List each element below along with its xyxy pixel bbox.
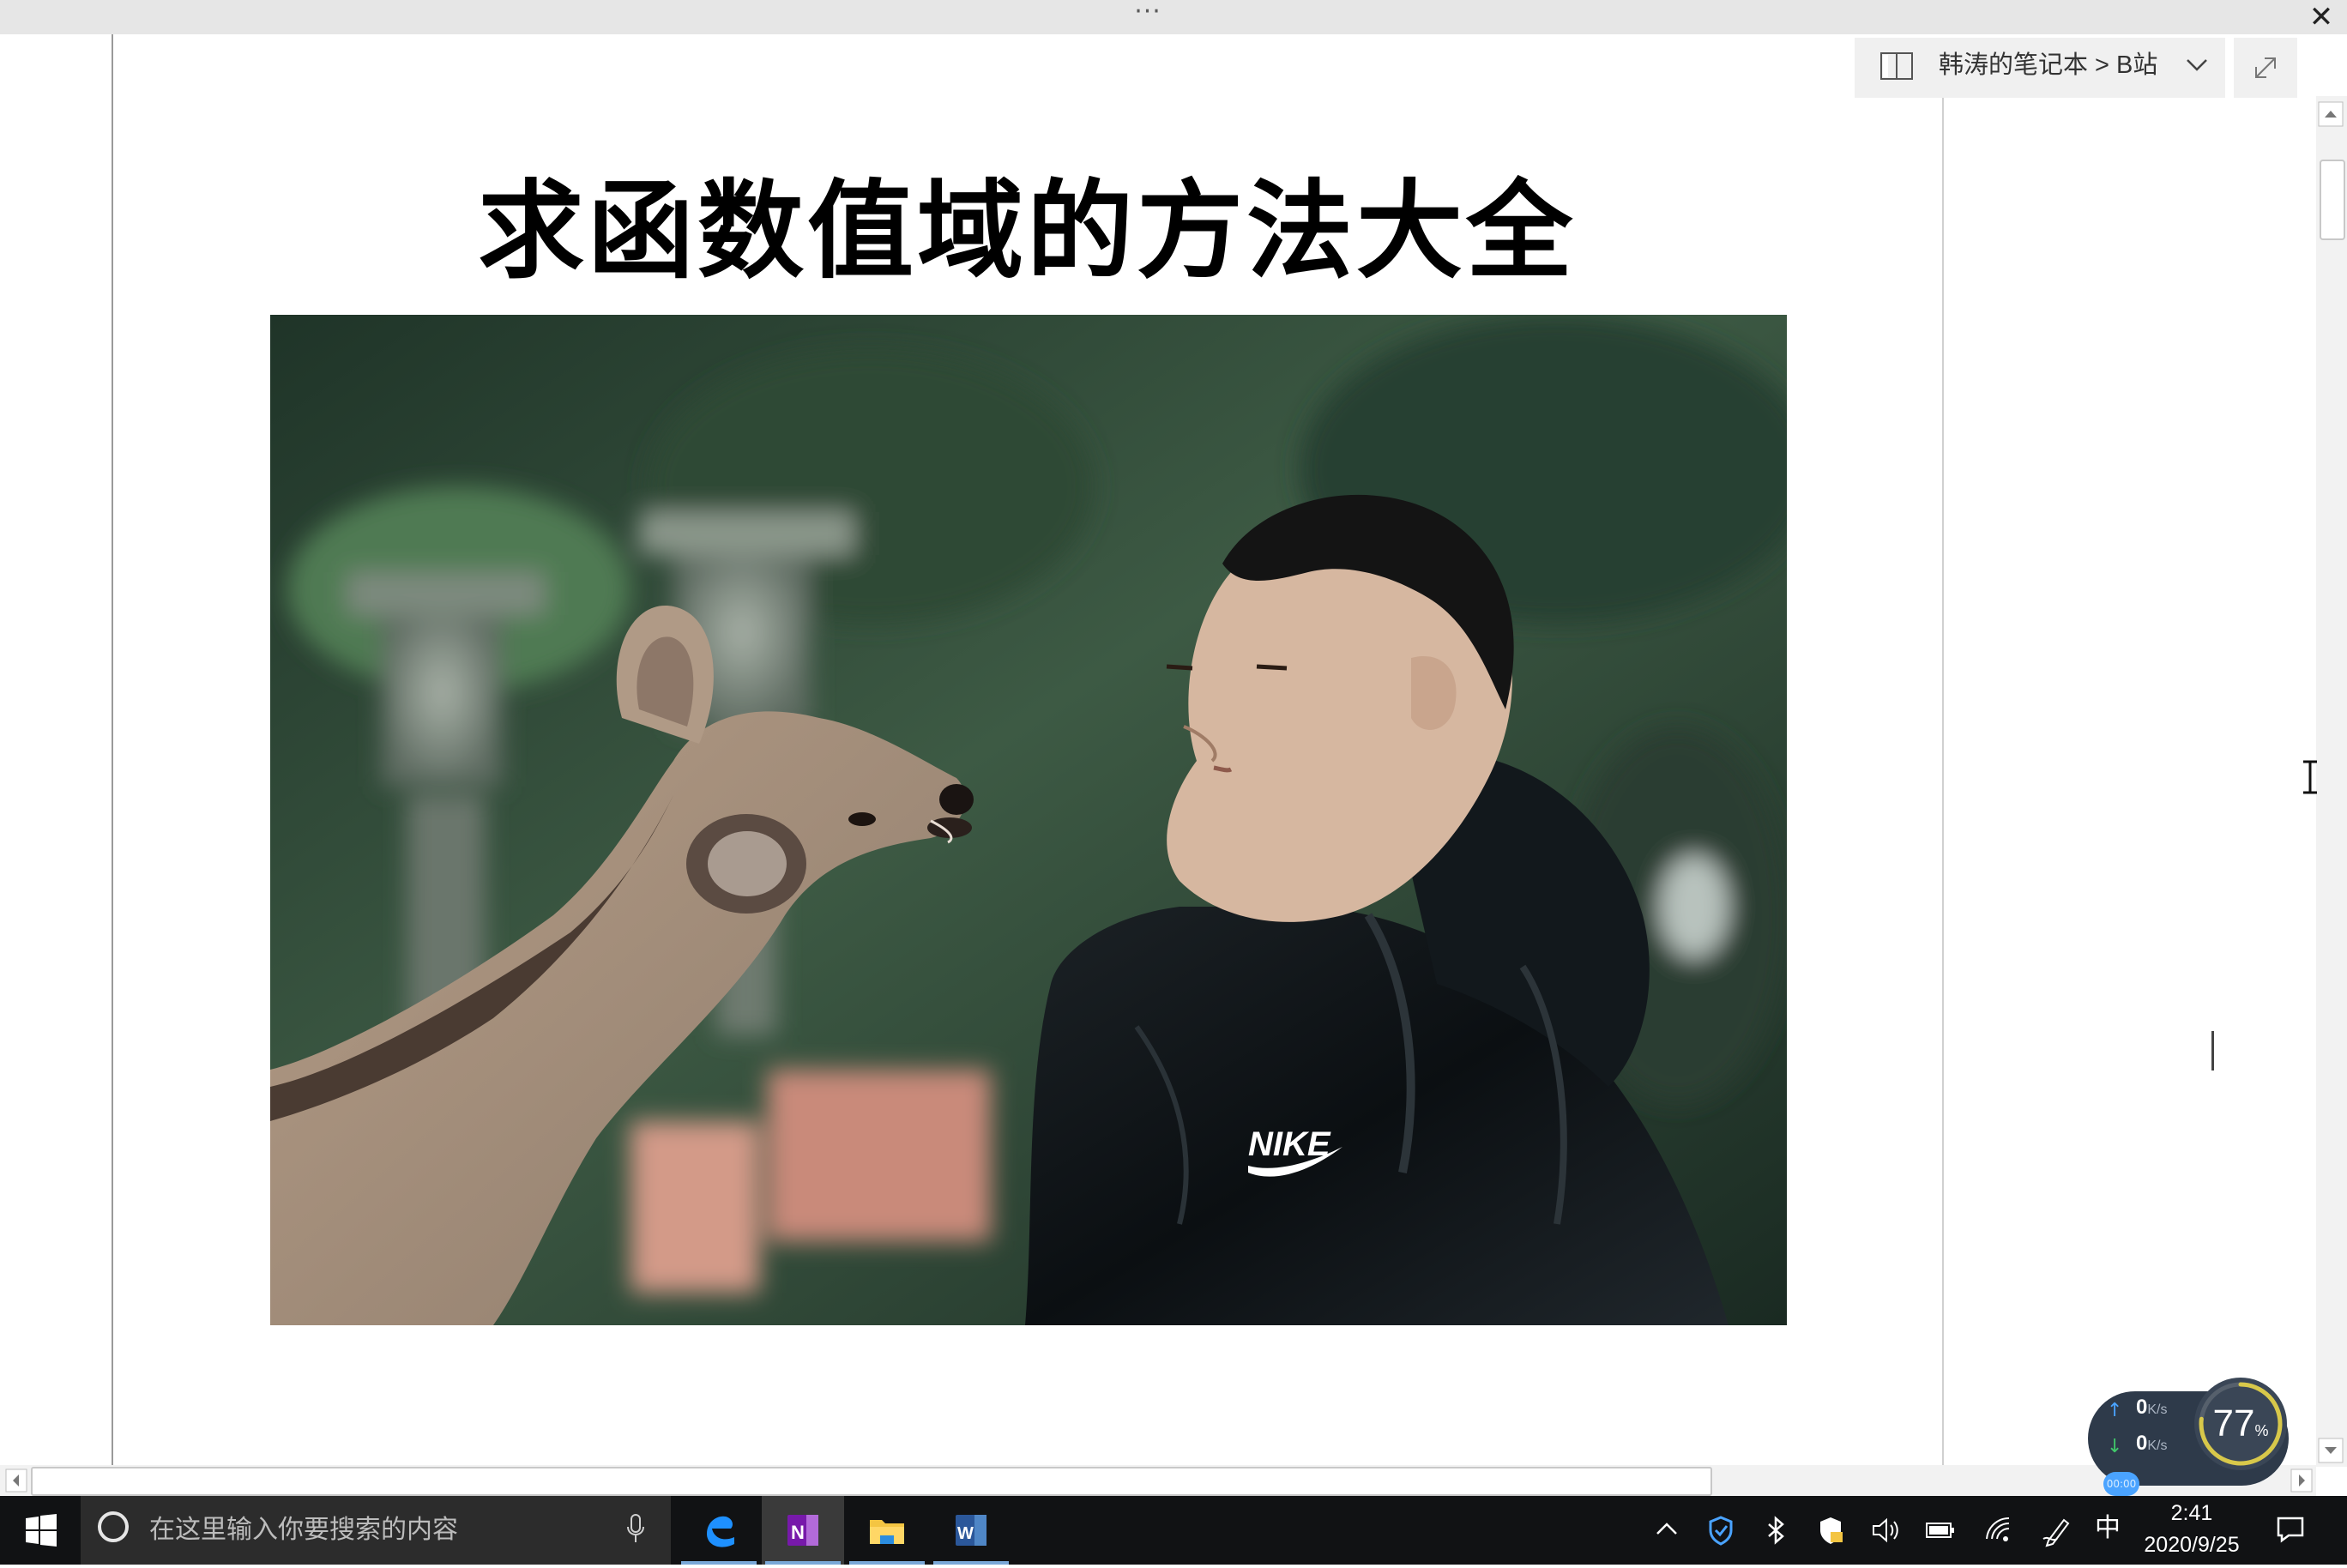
pen-icon[interactable] bbox=[2040, 1513, 2074, 1547]
clock-time[interactable]: 2:41 bbox=[2119, 1496, 2265, 1530]
taskbar-app-file-explorer[interactable] bbox=[846, 1496, 928, 1565]
scroll-up-arrow-icon[interactable] bbox=[2318, 101, 2344, 127]
chevron-up-icon[interactable] bbox=[1652, 1515, 1681, 1544]
notebook-breadcrumb[interactable]: 韩涛的笔记本 > B站 bbox=[1939, 48, 2157, 82]
text-insertion-caret bbox=[2211, 1031, 2214, 1070]
scroll-left-arrow-icon[interactable] bbox=[5, 1468, 27, 1493]
expand-view-button[interactable] bbox=[2234, 38, 2297, 98]
wifi-icon[interactable] bbox=[1982, 1513, 2016, 1547]
taskbar-app-word[interactable]: W bbox=[930, 1496, 1012, 1565]
app-running-indicator bbox=[849, 1561, 925, 1565]
upload-arrow-icon: ↑ bbox=[2107, 1400, 2123, 1421]
svg-text:N: N bbox=[791, 1522, 805, 1543]
taskbar-app-onenote[interactable]: N bbox=[762, 1496, 844, 1565]
usage-percent: 77% bbox=[2212, 1402, 2269, 1444]
edge-icon bbox=[707, 1516, 734, 1547]
search-placeholder[interactable]: 在这里输入你要搜索的内容 bbox=[149, 1511, 458, 1549]
scroll-right-arrow-icon[interactable] bbox=[2290, 1468, 2313, 1493]
svg-text:W: W bbox=[957, 1524, 974, 1543]
cortana-icon bbox=[98, 1511, 129, 1542]
input-method-indicator[interactable]: 中 bbox=[2095, 1511, 2121, 1546]
clock-date[interactable]: 2020/9/25 bbox=[2119, 1529, 2265, 1561]
scroll-down-arrow-icon[interactable] bbox=[2318, 1438, 2344, 1463]
vertical-scrollbar-thumb[interactable] bbox=[2320, 160, 2345, 240]
folder-icon bbox=[870, 1520, 904, 1544]
shield-icon[interactable] bbox=[1704, 1513, 1738, 1547]
microphone-icon[interactable] bbox=[624, 1511, 647, 1546]
bluetooth-icon[interactable] bbox=[1759, 1513, 1793, 1547]
download-arrow-icon: ↓ bbox=[2107, 1436, 2123, 1457]
start-button[interactable] bbox=[0, 1496, 81, 1565]
window-title-bar[interactable] bbox=[0, 0, 2347, 34]
app-running-indicator bbox=[681, 1561, 757, 1565]
expand-icon bbox=[2255, 57, 2276, 78]
window-grip-handle[interactable]: ··· bbox=[1131, 0, 1165, 27]
app-running-indicator bbox=[765, 1561, 841, 1565]
photo-image: NIKE bbox=[270, 315, 1787, 1325]
vertical-scrollbar[interactable] bbox=[2316, 96, 2347, 1467]
upload-speed: 0K/s bbox=[2136, 1396, 2168, 1419]
battery-icon[interactable] bbox=[1923, 1513, 1958, 1547]
close-icon[interactable]: ✕ bbox=[2306, 2, 2337, 33]
taskbar-app-edge[interactable] bbox=[678, 1496, 760, 1565]
notebook-icon bbox=[1880, 52, 1913, 80]
timer-badge[interactable]: 00:00 bbox=[2103, 1472, 2139, 1496]
page-title[interactable]: 求函数值域的方法大全 bbox=[112, 163, 1942, 300]
word-icon: W bbox=[956, 1515, 986, 1546]
page-right-border bbox=[1942, 96, 1944, 1467]
onenote-icon: N bbox=[787, 1515, 818, 1546]
speaker-icon[interactable] bbox=[1868, 1513, 1903, 1547]
windows-logo-icon bbox=[26, 1514, 57, 1547]
app-running-indicator bbox=[933, 1561, 1009, 1565]
download-speed: 0K/s bbox=[2136, 1432, 2168, 1455]
action-center-icon[interactable] bbox=[2273, 1511, 2308, 1546]
security-icon[interactable] bbox=[1813, 1513, 1848, 1547]
text-cursor-icon bbox=[2303, 760, 2317, 794]
page-photo[interactable]: NIKE bbox=[270, 315, 1787, 1325]
horizontal-scrollbar-thumb[interactable] bbox=[31, 1467, 1712, 1496]
chevron-down-icon[interactable] bbox=[2184, 51, 2210, 77]
